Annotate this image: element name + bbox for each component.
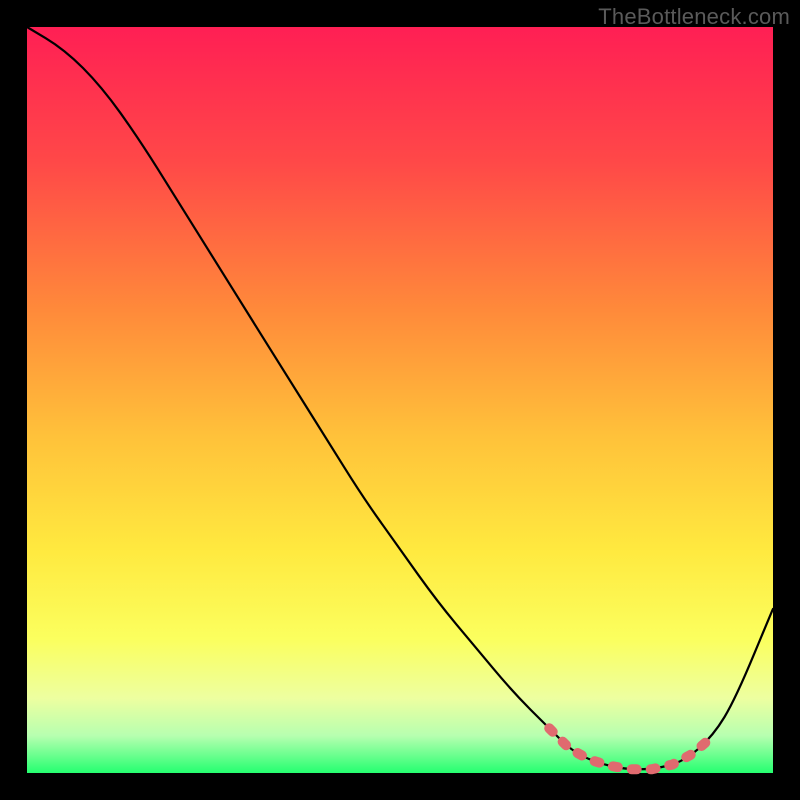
watermark-text: TheBottleneck.com	[598, 4, 790, 30]
chart-frame: TheBottleneck.com	[0, 0, 800, 800]
bottleneck-plot	[0, 0, 800, 800]
